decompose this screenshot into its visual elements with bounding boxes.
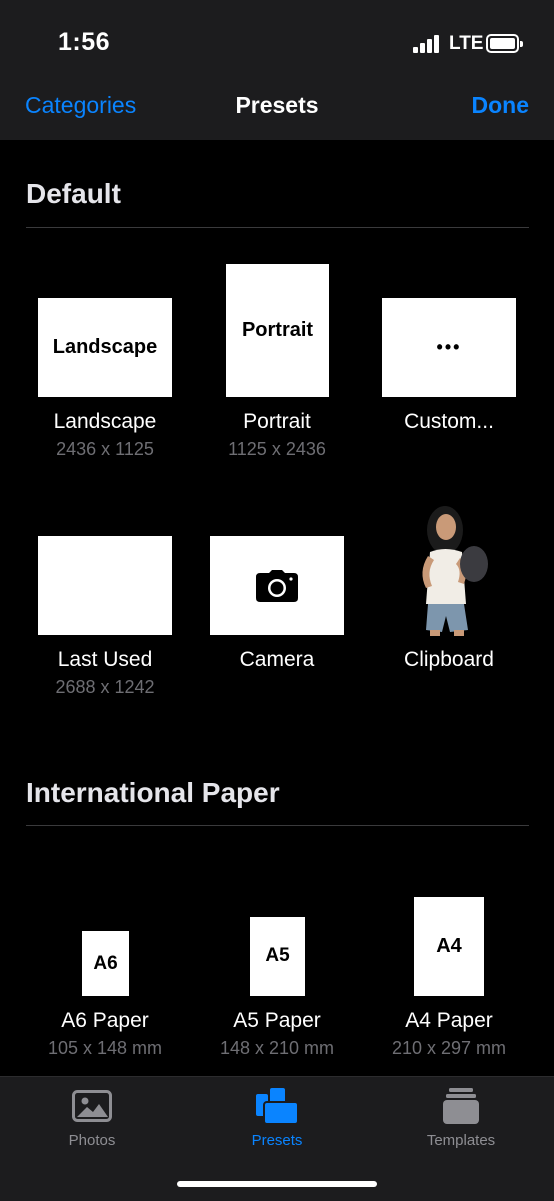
section-title-default: Default <box>26 178 121 209</box>
home-indicator <box>177 1181 377 1187</box>
section-divider <box>26 825 529 826</box>
preset-size: 210 x 297 mm <box>391 1038 507 1058</box>
section-title-paper: International Paper <box>26 777 280 808</box>
tab-label: Templates <box>426 1132 496 1149</box>
preset-label: A4 Paper <box>405 1009 493 1032</box>
more-icon[interactable]: ••• <box>382 298 516 397</box>
preset-size: 2688 x 1242 <box>55 677 155 697</box>
network-type: LTE <box>449 33 484 54</box>
preset-size: 1125 x 2436 <box>228 439 326 459</box>
preset-label: A6 Paper <box>61 1009 149 1032</box>
preset-size: 2436 x 1125 <box>56 439 154 459</box>
preset-label: Landscape <box>53 410 157 433</box>
status-time: 1:56 <box>58 28 111 56</box>
presets-icon <box>256 1088 298 1124</box>
battery-icon <box>486 34 523 53</box>
preset-label: Custom... <box>404 410 494 433</box>
tab-label: Photos <box>68 1132 116 1149</box>
signal-icon <box>413 35 441 53</box>
templates-icon <box>443 1088 479 1124</box>
preset-label: Camera <box>239 648 315 671</box>
done-button[interactable]: Done <box>472 92 530 119</box>
last-used-thumbnail[interactable] <box>38 536 172 635</box>
landscape-thumbnail[interactable]: Landscape <box>38 298 172 397</box>
preset-label: Clipboard <box>404 648 494 671</box>
a5-thumbnail[interactable]: A5 <box>250 917 305 996</box>
tab-label: Presets <box>251 1132 303 1149</box>
preset-size: 105 x 148 mm <box>47 1038 163 1058</box>
clipboard-image[interactable] <box>410 500 490 636</box>
photo-icon <box>72 1090 112 1122</box>
preset-size: 148 x 210 mm <box>219 1038 335 1058</box>
portrait-thumbnail[interactable]: Portrait <box>226 264 329 397</box>
section-divider <box>26 227 529 228</box>
a6-thumbnail[interactable]: A6 <box>82 931 129 996</box>
camera-icon <box>256 569 298 602</box>
a4-thumbnail[interactable]: A4 <box>414 897 484 996</box>
camera-thumbnail[interactable] <box>210 536 344 635</box>
preset-label: Portrait <box>243 410 311 433</box>
navigation-bar: Categories Presets Done <box>0 78 554 140</box>
preset-label: Last Used <box>57 648 153 671</box>
preset-label: A5 Paper <box>233 1009 321 1032</box>
status-bar: 1:56 LTE <box>0 0 554 78</box>
